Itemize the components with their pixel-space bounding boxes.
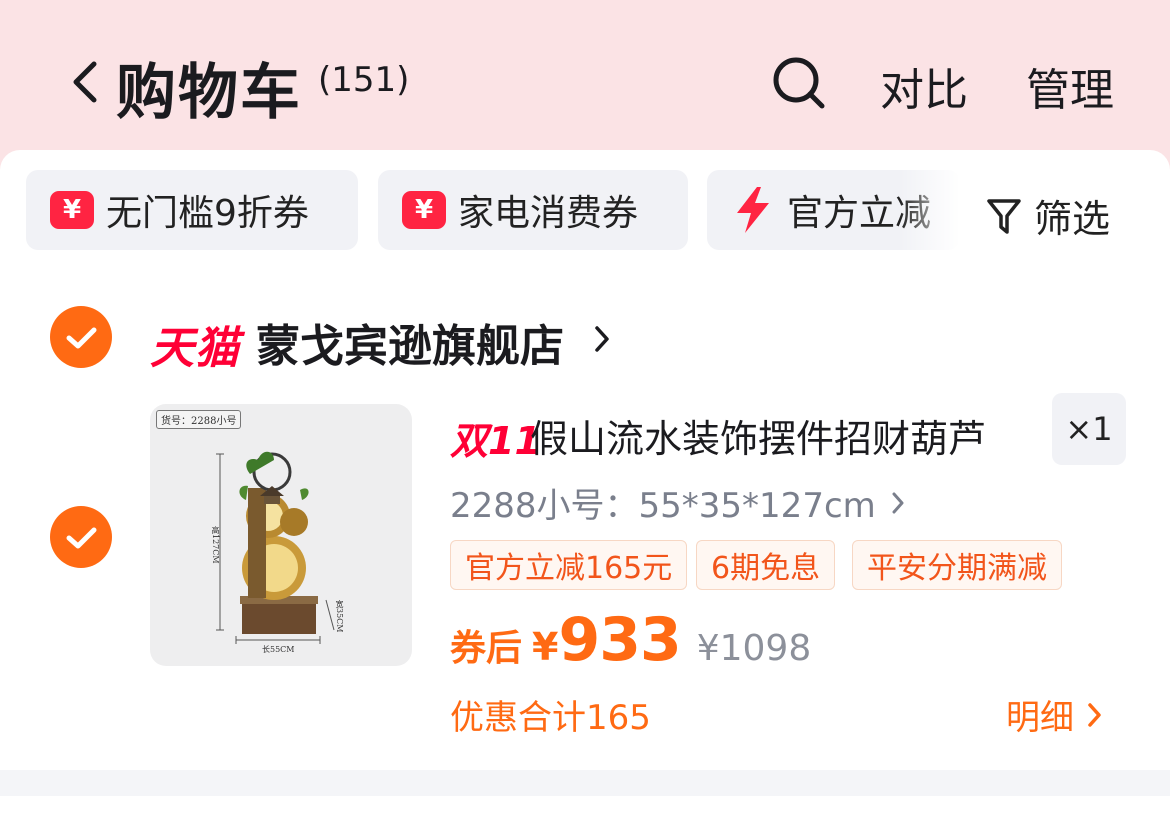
price-row: 券后 ¥ 933 ¥1098 bbox=[450, 605, 811, 675]
tmall-logo: 天猫 bbox=[150, 323, 240, 374]
search-icon[interactable] bbox=[770, 54, 826, 110]
quantity-button[interactable]: ×1 bbox=[1052, 393, 1126, 465]
header: 购物车 (151) 对比 管理 bbox=[0, 0, 1170, 150]
promo-tag: 6期免息 bbox=[696, 540, 836, 590]
product-spec-selector[interactable]: 2288小号：55*35*127cm bbox=[450, 478, 906, 527]
chip-discount-coupon[interactable]: ¥ 无门槛9折券 bbox=[26, 170, 358, 250]
chip-label: 家电消费券 bbox=[458, 193, 639, 234]
promo-tag: 平安分期满减 bbox=[852, 540, 1062, 590]
chevron-right-icon bbox=[892, 492, 904, 513]
manage-button[interactable]: 管理 bbox=[1026, 54, 1114, 118]
product-width-label: 长55CM bbox=[262, 645, 295, 654]
detail-label: 明细 bbox=[1006, 698, 1074, 738]
compare-button[interactable]: 对比 bbox=[880, 54, 968, 118]
back-chevron-icon[interactable] bbox=[66, 58, 106, 106]
product-spec: 2288小号：55*35*127cm bbox=[450, 486, 876, 526]
section-divider bbox=[0, 770, 1170, 796]
detail-button[interactable]: 明细 bbox=[1006, 690, 1104, 739]
store-select-checkbox[interactable] bbox=[50, 306, 112, 368]
product-title[interactable]: 假山流水装饰摆件招财葫芦 bbox=[530, 408, 986, 463]
chevron-right-icon[interactable] bbox=[592, 322, 612, 356]
lightning-icon bbox=[737, 187, 769, 233]
store-name[interactable]: 蒙戈宾逊旗舰店 bbox=[256, 310, 564, 374]
filter-icon bbox=[987, 198, 1021, 234]
chip-fade bbox=[900, 170, 960, 250]
product-height-label: 高127CM bbox=[211, 526, 220, 564]
item-select-checkbox[interactable] bbox=[50, 506, 112, 568]
filter-button[interactable]: 筛选 bbox=[986, 188, 1110, 243]
promo-tag: 官方立减165元 bbox=[450, 540, 688, 590]
yen-coupon-icon: ¥ bbox=[50, 191, 94, 229]
chip-appliance-coupon[interactable]: ¥ 家电消费券 bbox=[378, 170, 688, 250]
discount-total: 优惠合计165 bbox=[450, 698, 651, 738]
chip-label: 无门槛9折券 bbox=[106, 193, 309, 234]
product-image[interactable]: 货号：2288小号 高127CM 宽35CM 长55CM bbox=[150, 404, 412, 666]
product-depth-label: 宽35CM bbox=[335, 600, 344, 633]
cart-count: (151) bbox=[318, 60, 410, 100]
original-price: ¥1098 bbox=[696, 628, 812, 669]
price-prefix: 券后 bbox=[450, 628, 523, 669]
fountain-illustration bbox=[216, 451, 335, 644]
yen-coupon-icon: ¥ bbox=[402, 191, 446, 229]
chevron-right-icon bbox=[1088, 702, 1101, 727]
checkmark-icon bbox=[66, 327, 97, 349]
filter-label: 筛选 bbox=[1034, 197, 1111, 241]
final-price: 933 bbox=[558, 605, 681, 675]
next-card bbox=[0, 796, 1170, 819]
currency-symbol: ¥ bbox=[532, 625, 559, 669]
checkmark-icon bbox=[66, 527, 97, 549]
page-title: 购物车 bbox=[116, 58, 302, 128]
double-eleven-badge: 双11 bbox=[450, 419, 541, 463]
